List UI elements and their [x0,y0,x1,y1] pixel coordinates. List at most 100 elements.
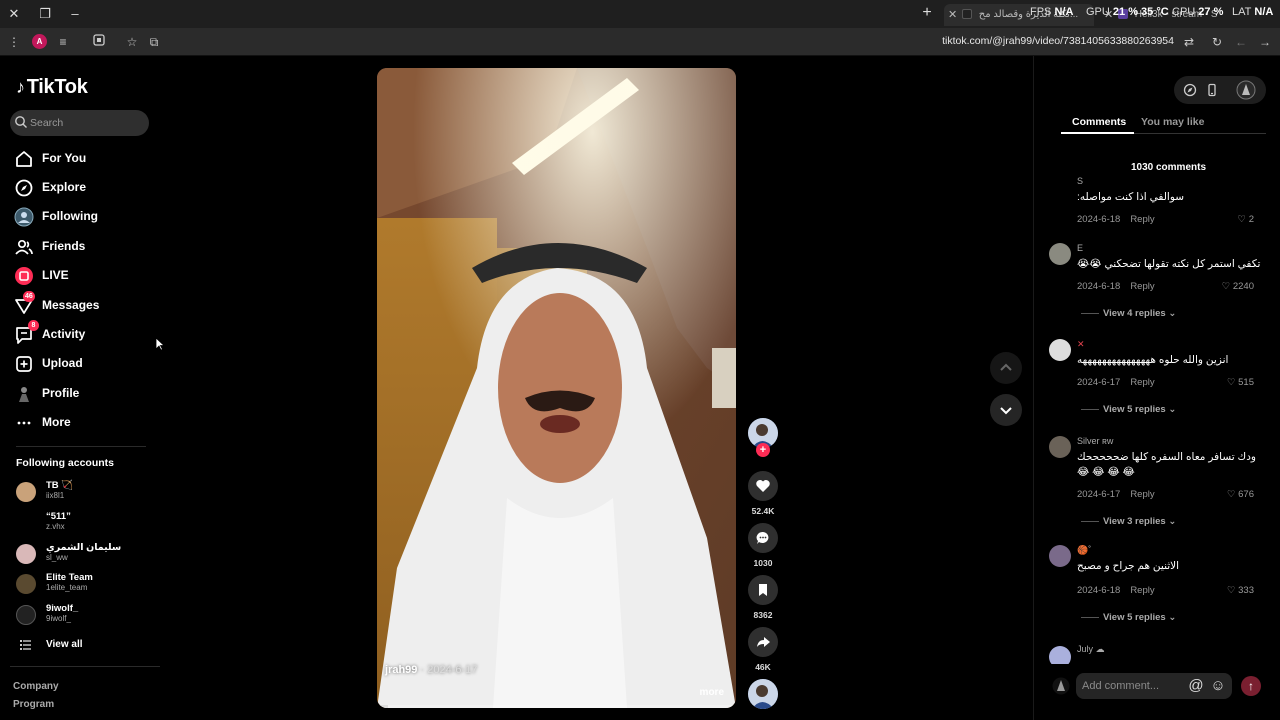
get-app-phone-icon[interactable] [1205,83,1219,97]
comment-like-button[interactable]: ♡ 2240 [1222,281,1254,292]
following-account[interactable]: TB 🏹 iix8l1 [16,480,156,506]
tab-comments[interactable]: Comments [1072,116,1126,128]
avatar[interactable] [1049,545,1071,567]
fps-label: FPS [1030,6,1052,18]
bookmark-star-icon[interactable]: ☆ [124,34,140,50]
following-account[interactable]: “511” z.vhx [16,511,156,537]
replies-line [1081,616,1099,618]
add-comment-box[interactable]: @ ☺ [1076,673,1232,699]
search-box[interactable] [10,110,149,136]
avatar [16,544,36,564]
media-control-icon[interactable]: ≡ [55,34,71,50]
comment-like-button[interactable]: ♡ 515 [1227,377,1254,388]
comment-username[interactable]: July ☁ [1077,644,1105,655]
reply-button[interactable]: Reply [1130,489,1154,500]
minimize-window-icon[interactable]: – [66,5,84,23]
nav-following[interactable]: Following [14,205,154,229]
video-date: 2024-6-17 [427,664,478,676]
video-player[interactable]: jrah99 · 2024-6-17 more [377,68,736,708]
comment-username[interactable]: Silver ʀᴡ [1077,436,1113,446]
comment-username[interactable]: E [1077,243,1083,253]
search-input[interactable] [30,114,142,132]
share-arrow-icon [757,637,770,647]
heart-outline-icon: ♡ [1237,214,1247,225]
gpu-value: 21 % 35 °C [1112,6,1169,18]
add-comment-input[interactable] [1082,677,1182,695]
following-account[interactable]: 9iwolf_ 9iwolf_ [16,603,156,629]
comment-item: E تكفي استمر كل نكته تقولها تضحكني 😭😭 20… [1049,243,1271,323]
comment-like-button[interactable]: ♡ 2 [1238,214,1254,225]
avatar[interactable] [1049,646,1071,664]
close-window-icon[interactable]: ✕ [5,5,23,23]
restore-window-icon[interactable]: ❐ [36,5,54,23]
comment-username[interactable]: 🏀˚ [1077,545,1091,556]
reload-icon[interactable]: ↻ [1209,34,1225,50]
tiktok-logo[interactable]: ♪ TikTok [16,76,88,99]
nav-for-you[interactable]: For You [14,147,154,171]
view-replies-button[interactable]: View 3 replies ⌄ [1081,516,1176,527]
like-button[interactable]: 52.4K [747,471,779,516]
avatar[interactable] [1049,176,1071,198]
tab-you-may-like[interactable]: You may like [1141,116,1204,128]
post-comment-button[interactable]: ↑ [1241,676,1261,696]
avatar[interactable] [1049,436,1071,458]
view-replies-button[interactable]: View 5 replies ⌄ [1081,404,1176,415]
nav-upload[interactable]: Upload [14,352,154,376]
footer-company-link[interactable]: Company [13,681,59,692]
account-handle: sl_ww [46,553,68,562]
comment-meta: 2024-6-18 Reply [1077,281,1155,292]
following-account[interactable]: سليمان الشمري sl_ww [16,542,156,568]
tab-close-icon[interactable]: ✕ [948,4,957,26]
following-account[interactable]: Elite Team 1elite_team [16,572,156,598]
nav-more[interactable]: More [14,411,154,435]
following-avatar-icon [14,207,34,227]
next-video-button[interactable] [990,394,1022,426]
footer-program-link[interactable]: Program [13,699,54,710]
sound-avatar-button[interactable] [747,679,779,709]
caption-more-button[interactable]: more [700,687,724,698]
comment-like-button[interactable]: ♡ 676 [1227,489,1254,500]
cpu-readout: CPU 27 % [1172,6,1223,18]
view-replies-button[interactable]: View 4 replies ⌄ [1081,308,1176,319]
video-author[interactable]: jrah99 [385,664,417,676]
reply-button[interactable]: Reply [1130,585,1154,596]
video-progress-bar[interactable] [377,705,736,708]
comment-username[interactable]: S [1077,176,1083,186]
forward-icon[interactable]: → [1257,34,1273,50]
comment-button[interactable]: 1030 [747,523,779,568]
replies-line [1081,408,1099,410]
share-button[interactable]: 46K [747,627,779,672]
emoji-icon[interactable]: ☺ [1209,677,1227,695]
nav-explore[interactable]: Explore [14,176,154,200]
reply-button[interactable]: Reply [1130,281,1154,292]
chevron-down-icon: ⌄ [1168,612,1177,623]
nav-activity[interactable]: 8 Activity [14,320,154,347]
save-button[interactable]: 8362 [747,575,779,620]
previous-video-button[interactable] [990,352,1022,384]
site-settings-icon[interactable]: ⇄ [1181,34,1197,50]
creator-avatar-button[interactable]: + [747,418,779,457]
comment-like-button[interactable]: ♡ 333 [1227,585,1254,596]
comment-username[interactable]: ✕ [1077,339,1085,350]
user-avatar[interactable] [1236,80,1256,100]
mention-at-icon[interactable]: @ [1187,677,1205,695]
new-tab-button[interactable]: + [918,4,936,22]
view-replies-button[interactable]: View 5 replies ⌄ [1081,612,1176,623]
nav-friends[interactable]: Friends [14,235,154,259]
view-all-link[interactable]: View all [16,638,156,664]
nav-profile[interactable]: Profile [14,382,154,406]
screenshot-icon[interactable]: ⧉ [146,34,162,50]
explore-compass-icon[interactable] [1183,83,1197,97]
reply-button[interactable]: Reply [1130,214,1154,225]
avatar[interactable] [1049,339,1071,361]
browser-menu-icon[interactable]: ⋮ [6,34,22,50]
follow-plus-icon[interactable]: + [756,443,770,457]
browser-profile-avatar[interactable]: A [32,34,47,49]
nav-messages[interactable]: 46 Messages [14,291,154,318]
avatar[interactable] [1049,243,1071,265]
back-icon[interactable]: ← [1233,34,1249,50]
nav-live[interactable]: LIVE [14,264,154,288]
extensions-icon[interactable] [91,34,107,50]
reply-button[interactable]: Reply [1130,377,1154,388]
address-bar[interactable]: tiktok.com/@jrah99/video/738140563388026… [900,35,1174,47]
